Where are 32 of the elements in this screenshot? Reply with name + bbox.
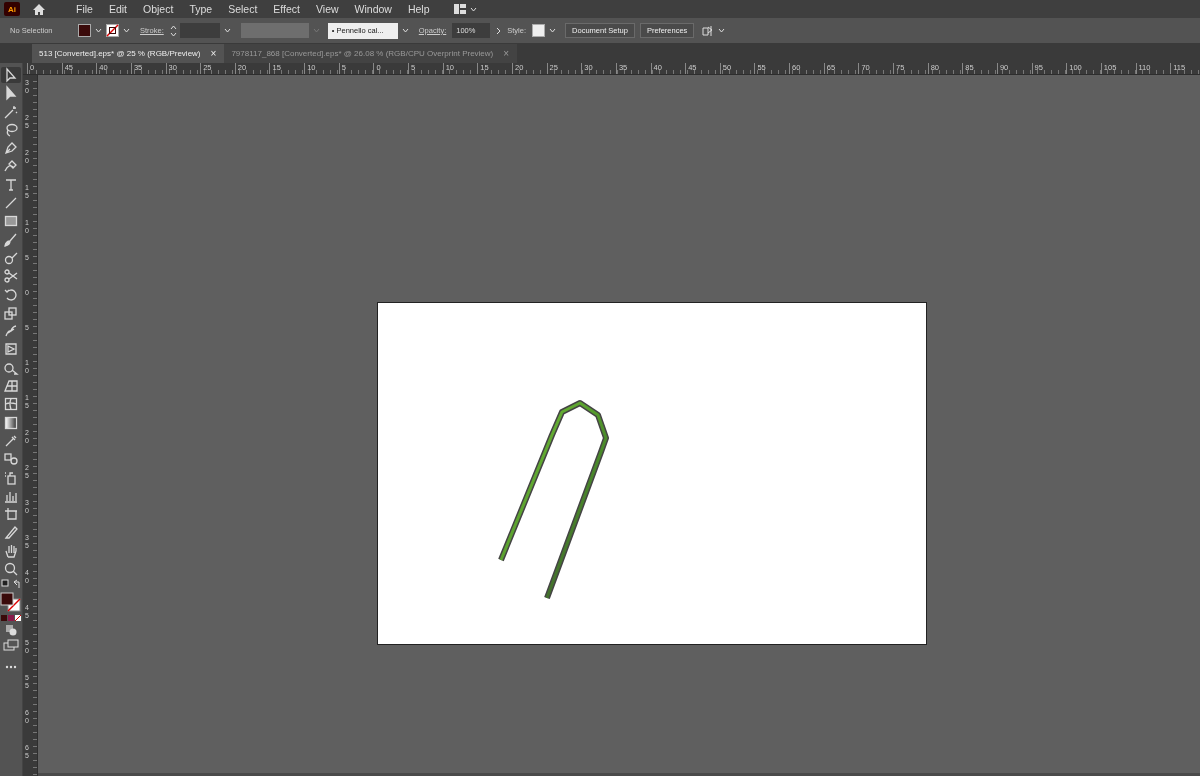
perspective-tool-button[interactable] <box>1 378 21 395</box>
more-tools-icon[interactable] <box>5 664 17 669</box>
close-button[interactable]: × <box>503 48 510 59</box>
menu-item[interactable]: Effect <box>265 3 308 15</box>
menu-item[interactable]: Object <box>135 3 182 15</box>
chevron-icon[interactable] <box>496 26 502 35</box>
menu-item[interactable]: Help <box>399 3 438 15</box>
screen-mode-icon[interactable] <box>3 638 19 651</box>
fill-stroke-icon[interactable] <box>0 591 22 612</box>
menu-item[interactable]: Edit <box>100 3 135 15</box>
fill-swatch[interactable] <box>78 24 91 37</box>
stroke-swatch[interactable] <box>106 24 119 37</box>
workspace-icon[interactable] <box>453 4 466 14</box>
menu-item[interactable]: Type <box>181 3 221 15</box>
menu-item[interactable]: File <box>68 3 101 15</box>
close-button[interactable]: × <box>210 48 217 59</box>
color-modes-icon[interactable] <box>0 613 22 622</box>
arrange-icon[interactable] <box>702 24 715 37</box>
draw-mode-icon[interactable] <box>4 624 18 637</box>
menu-item[interactable]: View <box>308 3 347 15</box>
blend-tool-button[interactable] <box>1 451 21 468</box>
document-tab[interactable]: 513 [Converted].eps* @ 25 % (RGB/Preview) × <box>32 44 225 63</box>
document-tab[interactable]: 7978117_868 [Converted].eps* @ 26.08 % (RGB/CPU Overprint Preview) × <box>224 44 518 63</box>
width-profile-field[interactable] <box>240 23 309 38</box>
app-logo: Ai <box>4 2 20 16</box>
spinner-icon[interactable] <box>169 24 177 37</box>
menu-item[interactable]: Window <box>346 3 400 15</box>
home-icon[interactable] <box>32 2 46 16</box>
selection-tool-button[interactable] <box>1 67 21 83</box>
style-swatch[interactable] <box>532 24 546 37</box>
menu-item[interactable]: Select <box>220 3 266 15</box>
swap-colors-icon[interactable] <box>1 579 21 590</box>
